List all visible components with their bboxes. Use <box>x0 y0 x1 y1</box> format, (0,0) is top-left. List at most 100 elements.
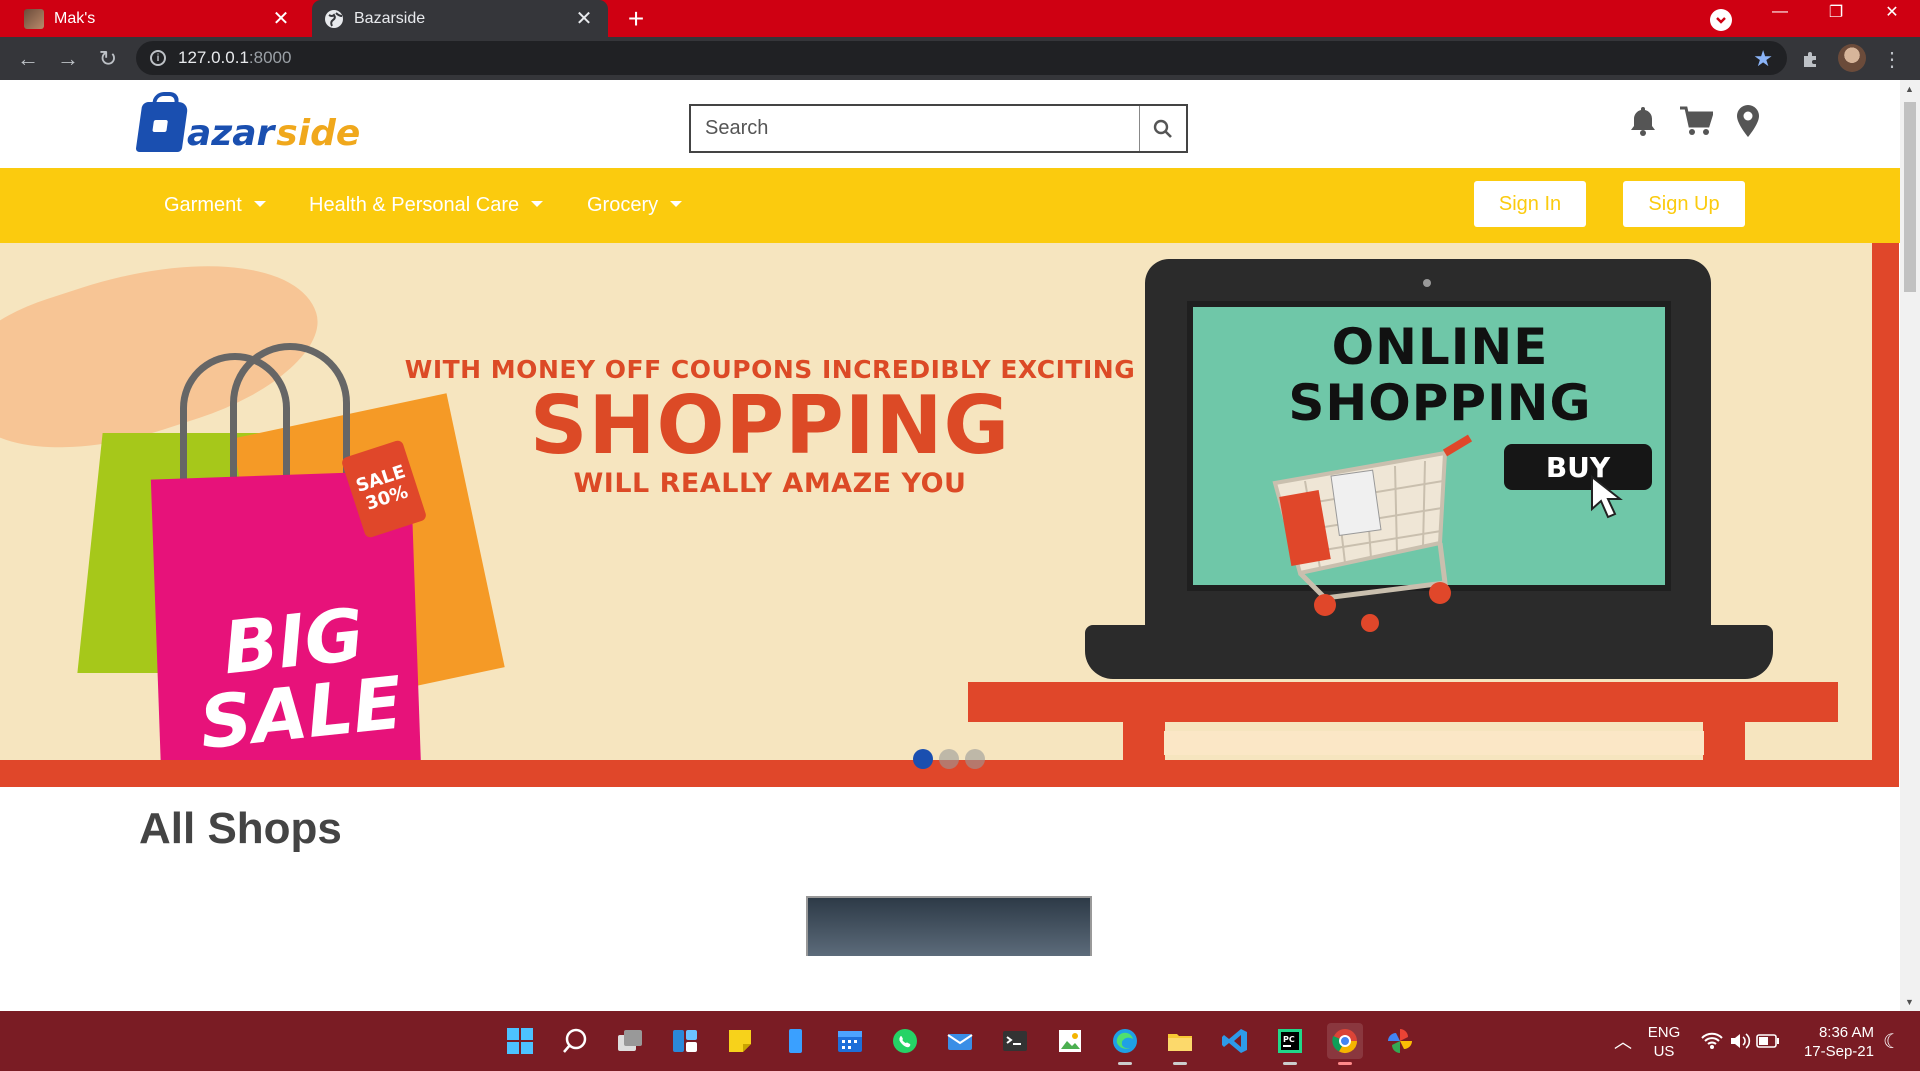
browser-tab-bazarside[interactable]: Bazarside ✕ <box>312 0 608 37</box>
carousel-dot-2[interactable] <box>939 749 959 769</box>
logo-bag-icon <box>135 102 189 152</box>
banner-tagline: WITH MONEY OFF COUPONS INCREDIBLY EXCITI… <box>400 355 1140 499</box>
clock-time: 8:36 AM <box>1818 1024 1874 1041</box>
banner-edge <box>1872 243 1899 787</box>
bell-icon[interactable] <box>1626 102 1660 140</box>
focus-moon-icon[interactable]: ☾ <box>1874 1023 1910 1059</box>
browser-toolbar: ← → ↻ i 127.0.0.1:8000 ★ ⋮ <box>0 37 1920 80</box>
extensions-puzzle-icon[interactable] <box>1797 45 1825 73</box>
site-header: azar side <box>0 80 1900 168</box>
running-indicator <box>1118 1062 1132 1065</box>
whatsapp-icon[interactable] <box>887 1023 923 1059</box>
close-window-button[interactable]: ✕ <box>1864 0 1920 24</box>
big-sale-text: BIG SALE <box>189 592 406 765</box>
browser-tab-strip: Mak's ✕ Bazarside ✕ + — ❐ ✕ <box>0 0 1920 37</box>
windows-taskbar: PC ︿ ENG US 8:36 AM 17-Sep-21 ☾ <box>0 1011 1920 1071</box>
nav-health-personal-care-dropdown[interactable]: Health & Personal Care <box>309 168 544 243</box>
sign-in-button[interactable]: Sign In <box>1474 181 1586 227</box>
tab-search-icon[interactable] <box>1710 9 1732 31</box>
nav-label: Garment <box>164 194 242 216</box>
sign-up-button[interactable]: Sign Up <box>1623 181 1745 227</box>
url-host: 127.0.0.1 <box>178 48 249 67</box>
search-input[interactable] <box>691 106 1139 151</box>
new-tab-button[interactable]: + <box>620 0 652 37</box>
caret-down-icon <box>670 201 683 207</box>
edge-browser-icon[interactable] <box>1107 1023 1143 1065</box>
file-explorer-icon[interactable] <box>1162 1023 1198 1065</box>
nav-label: Grocery <box>587 194 659 216</box>
cursor-arrow-icon <box>1591 475 1623 519</box>
url-port: :8000 <box>248 48 292 67</box>
mail-icon[interactable] <box>942 1023 978 1059</box>
tagline-bottom: WILL REALLY AMAZE YOU <box>573 468 967 499</box>
scrollbar-thumb[interactable] <box>1904 102 1916 292</box>
pycharm-icon[interactable]: PC <box>1272 1023 1308 1065</box>
close-icon[interactable]: ✕ <box>572 7 596 31</box>
running-indicator <box>1173 1062 1187 1065</box>
photos-pinwheel-icon[interactable] <box>1382 1023 1418 1059</box>
site-logo[interactable]: azar side <box>135 102 361 154</box>
carousel-dot-1[interactable] <box>913 749 933 769</box>
menu-kebab-icon[interactable]: ⋮ <box>1878 45 1906 73</box>
all-shops-heading: All Shops <box>139 804 342 853</box>
cart-icon[interactable] <box>1679 102 1713 140</box>
calendar-icon[interactable] <box>832 1023 868 1059</box>
search-button[interactable] <box>1139 106 1186 151</box>
chevron-up-icon[interactable]: ︿ <box>1605 1023 1641 1059</box>
lang-line2: US <box>1653 1043 1675 1060</box>
restore-button[interactable]: ❐ <box>1808 0 1864 24</box>
profile-avatar[interactable] <box>1838 44 1866 72</box>
category-nav: Garment Health & Personal Care Grocery S… <box>0 168 1900 243</box>
location-pin-icon[interactable] <box>1731 102 1765 140</box>
logo-text-part2: side <box>276 113 361 154</box>
search-icon[interactable] <box>557 1023 593 1059</box>
caret-down-icon <box>253 201 266 207</box>
photo-editor-icon[interactable] <box>1052 1023 1088 1059</box>
nav-grocery-dropdown[interactable]: Grocery <box>587 168 683 243</box>
nav-garment-dropdown[interactable]: Garment <box>164 168 266 243</box>
widgets-icon[interactable] <box>667 1023 703 1059</box>
tab-title: Mak's <box>54 9 96 27</box>
chrome-icon[interactable] <box>1327 1023 1363 1065</box>
terminal-icon[interactable] <box>997 1023 1033 1059</box>
browser-tab-maks[interactable]: Mak's ✕ <box>0 0 305 37</box>
carousel-dot-3[interactable] <box>965 749 985 769</box>
sticky-notes-icon[interactable] <box>722 1023 758 1059</box>
bookmark-star-icon[interactable]: ★ <box>1753 46 1773 72</box>
reload-icon[interactable]: ↻ <box>92 43 124 75</box>
table-illustration <box>968 682 1838 722</box>
profile-photo-icon <box>24 8 44 29</box>
vscode-icon[interactable] <box>1217 1023 1253 1059</box>
caret-down-icon <box>531 201 544 207</box>
task-view-icon[interactable] <box>612 1023 648 1059</box>
svg-text:PC: PC <box>1283 1035 1295 1044</box>
hero-carousel[interactable]: BIG SALE SALE 30% WITH MONEY OFF COUPONS … <box>0 243 1899 787</box>
windows-start-icon[interactable] <box>502 1023 538 1059</box>
table-rail <box>1164 731 1704 755</box>
globe-icon <box>324 9 344 29</box>
forward-icon[interactable]: → <box>52 43 84 75</box>
site-info-icon[interactable]: i <box>150 50 166 66</box>
clock-date: 17-Sep-21 <box>1803 1043 1874 1060</box>
clock[interactable]: 8:36 AM 17-Sep-21 <box>1794 1023 1874 1061</box>
screen-title-line1: ONLINE <box>1331 318 1549 376</box>
back-icon[interactable]: ← <box>12 43 44 75</box>
language-indicator[interactable]: ENG US <box>1644 1023 1684 1061</box>
phone-link-icon[interactable] <box>777 1023 813 1059</box>
scroll-up-icon[interactable]: ▲ <box>1905 84 1914 94</box>
running-indicator <box>1283 1062 1297 1065</box>
close-icon[interactable]: ✕ <box>269 7 293 31</box>
shopping-cart-illustration <box>1272 434 1473 632</box>
scroll-down-icon[interactable]: ▼ <box>1905 997 1914 1007</box>
nav-label: Health & Personal Care <box>309 194 520 216</box>
tagline-main: SHOPPING <box>529 379 1011 472</box>
carousel-indicators <box>913 749 985 769</box>
page-scrollbar[interactable]: ▲ ▼ <box>1900 80 1920 1011</box>
shop-card-image[interactable] <box>806 896 1092 956</box>
table-leg <box>1703 722 1745 762</box>
minimize-button[interactable]: — <box>1752 0 1808 24</box>
search-icon <box>1153 119 1172 138</box>
logo-text-part1: azar <box>187 113 275 154</box>
battery-icon[interactable] <box>1750 1023 1786 1059</box>
address-bar[interactable]: i 127.0.0.1:8000 ★ <box>136 41 1787 75</box>
